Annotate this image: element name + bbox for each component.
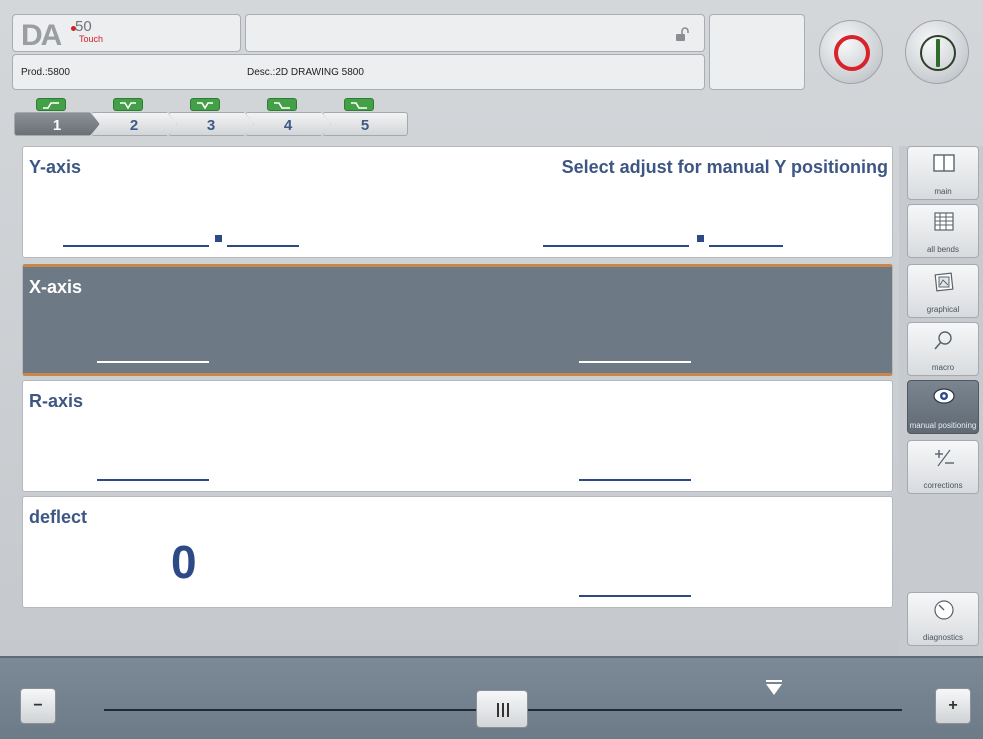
- gauge-icon: [934, 600, 954, 620]
- sidebar-item-diagnostics[interactable]: diagnostics: [907, 592, 979, 646]
- table-icon: [934, 212, 954, 231]
- deflect-title: deflect: [29, 507, 88, 527]
- bend-3-down-icon: [190, 98, 220, 111]
- sidebar-item-label: macro: [931, 363, 955, 372]
- bend-2-down-icon: [113, 98, 143, 111]
- graphical-icon: [934, 272, 954, 292]
- sidebar-item-label: main: [934, 187, 952, 196]
- y-axis-message: Select adjust for manual Y positioning: [561, 157, 888, 177]
- r-actual-field[interactable]: [579, 479, 691, 481]
- x-actual-field[interactable]: [579, 361, 691, 363]
- bend-tab-5[interactable]: 5: [322, 112, 408, 136]
- y-actual-int-field[interactable]: [543, 245, 689, 247]
- plus-minus-icon: [935, 449, 954, 467]
- grip-icon: [497, 703, 509, 717]
- start-icon-bar: [936, 39, 940, 67]
- logo-text: DA: [21, 19, 62, 52]
- magnifier-icon: [934, 331, 952, 350]
- logo-model: 50: [75, 18, 92, 35]
- bend-1-up-icon: [36, 98, 66, 111]
- stop-button[interactable]: [819, 20, 883, 84]
- bend-tab-2[interactable]: 2: [91, 112, 177, 136]
- app-window: DA 50 Touch Prod.:5800 Desc.:2D DRAWING …: [0, 0, 983, 739]
- plus-button[interactable]: +: [935, 688, 971, 724]
- bend-tabs: 1 2 3 4 5: [14, 94, 414, 138]
- start-button[interactable]: [905, 20, 969, 84]
- bend-tab-1[interactable]: 1: [14, 112, 100, 136]
- y-programmed-dec-field[interactable]: [227, 245, 299, 247]
- slider-thumb[interactable]: [476, 690, 528, 728]
- y-programmed-int-field[interactable]: [63, 245, 209, 247]
- product-info-bar: Prod.:5800 Desc.:2D DRAWING 5800: [12, 54, 705, 90]
- r-axis-title: R-axis: [29, 391, 84, 411]
- bend-4-down-icon: [267, 98, 297, 111]
- bend-tab-number: 4: [283, 117, 293, 134]
- r-axis-panel[interactable]: R-axis: [22, 380, 893, 492]
- deflect-actual-field[interactable]: [579, 595, 691, 597]
- speed-slider-bar: − +: [0, 656, 983, 739]
- x-programmed-field[interactable]: [97, 361, 209, 363]
- sidebar-item-all-bends[interactable]: all bends: [907, 204, 979, 258]
- bend-tab-number: 5: [360, 117, 370, 134]
- y-axis-panel[interactable]: Y-axis Select adjust for manual Y positi…: [22, 146, 893, 258]
- sidebar-item-label: graphical: [926, 305, 960, 314]
- logo-sub: Touch: [79, 34, 104, 44]
- bend-tab-3[interactable]: 3: [168, 112, 254, 136]
- status-box: [709, 14, 805, 90]
- sidebar-item-macro[interactable]: macro: [907, 322, 979, 376]
- product-label: Prod.:5800: [21, 67, 70, 78]
- stop-circle-icon: [834, 35, 870, 71]
- bend-tab-number: 3: [206, 117, 216, 134]
- sidebar-item-main[interactable]: main: [907, 146, 979, 200]
- logo-box: DA 50 Touch: [12, 14, 241, 52]
- sidebar-item-graphical[interactable]: graphical: [907, 264, 979, 318]
- description-label: Desc.:2D DRAWING 5800: [247, 67, 364, 78]
- x-axis-panel[interactable]: X-axis: [22, 264, 893, 376]
- deflect-value[interactable]: 0: [171, 535, 197, 589]
- sidebar-item-label: diagnostics: [922, 633, 964, 642]
- unlock-icon[interactable]: [674, 27, 690, 43]
- limit-marker-bar: [766, 680, 782, 682]
- bend-tab-number: 2: [129, 117, 139, 134]
- bend-5-down-icon: [344, 98, 374, 111]
- minus-button[interactable]: −: [20, 688, 56, 724]
- r-programmed-field[interactable]: [97, 479, 209, 481]
- sidebar-item-corrections[interactable]: corrections: [907, 440, 979, 494]
- y-axis-title: Y-axis: [29, 157, 82, 177]
- sidebar-item-label: corrections: [923, 481, 963, 490]
- deflect-panel[interactable]: deflect 0: [22, 496, 893, 608]
- y-programmed-decimal-dot: [215, 235, 222, 242]
- y-actual-decimal-dot: [697, 235, 704, 242]
- sidebar-item-manual-positioning[interactable]: manual positioning: [907, 380, 979, 434]
- message-box: [245, 14, 705, 52]
- main-icon: [933, 154, 955, 172]
- x-axis-title: X-axis: [29, 277, 83, 297]
- bend-tab-number: 1: [52, 117, 62, 134]
- limit-marker-icon: [766, 684, 782, 695]
- y-actual-dec-field[interactable]: [709, 245, 783, 247]
- sidebar-item-label: all bends: [926, 245, 960, 254]
- sidebar-item-label: manual positioning: [909, 421, 977, 430]
- eye-icon: [933, 388, 955, 404]
- bend-tab-4[interactable]: 4: [245, 112, 331, 136]
